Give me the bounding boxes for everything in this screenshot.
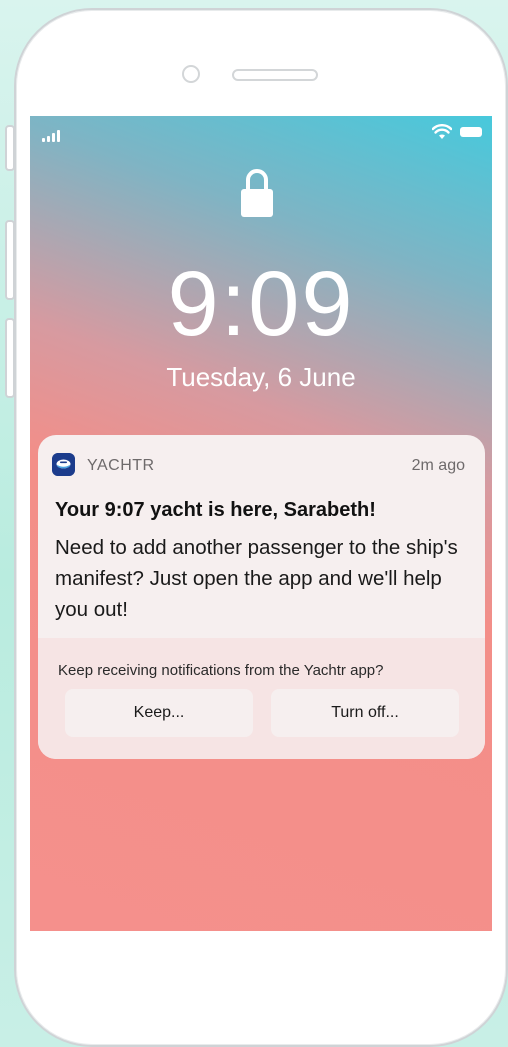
cellular-signal-icon bbox=[42, 130, 64, 142]
lock-screen-time: 9:09 bbox=[167, 253, 355, 355]
earpiece-speaker bbox=[232, 69, 318, 81]
status-icons bbox=[432, 124, 482, 140]
lock-screen-date: Tuesday, 6 June bbox=[166, 362, 356, 392]
notification-settings-prompt: Keep receiving notifications from the Ya… bbox=[38, 638, 485, 759]
turn-off-button[interactable]: Turn off... bbox=[271, 689, 459, 737]
yacht-app-icon bbox=[52, 453, 75, 476]
notification-timestamp: 2m ago bbox=[411, 457, 465, 474]
battery-icon bbox=[460, 127, 482, 137]
wifi-icon bbox=[432, 124, 452, 139]
keep-button[interactable]: Keep... bbox=[65, 689, 253, 737]
padlock-icon bbox=[241, 169, 273, 217]
front-camera bbox=[182, 65, 200, 83]
notification-title: Your 9:07 yacht is here, Sarabeth! bbox=[55, 499, 376, 521]
notification-prompt-text: Keep receiving notifications from the Ya… bbox=[58, 662, 384, 679]
notification-body: Need to add another passenger to the shi… bbox=[55, 536, 458, 621]
app-name: YACHTR bbox=[87, 457, 155, 474]
notification-card[interactable]: YACHTR 2m ago Your 9:07 yacht is here, S… bbox=[38, 435, 485, 759]
lock-screen: 9:09 Tuesday, 6 June YACHTR 2m ago Your … bbox=[30, 116, 492, 931]
notification-header: YACHTR 2m ago bbox=[52, 453, 471, 479]
